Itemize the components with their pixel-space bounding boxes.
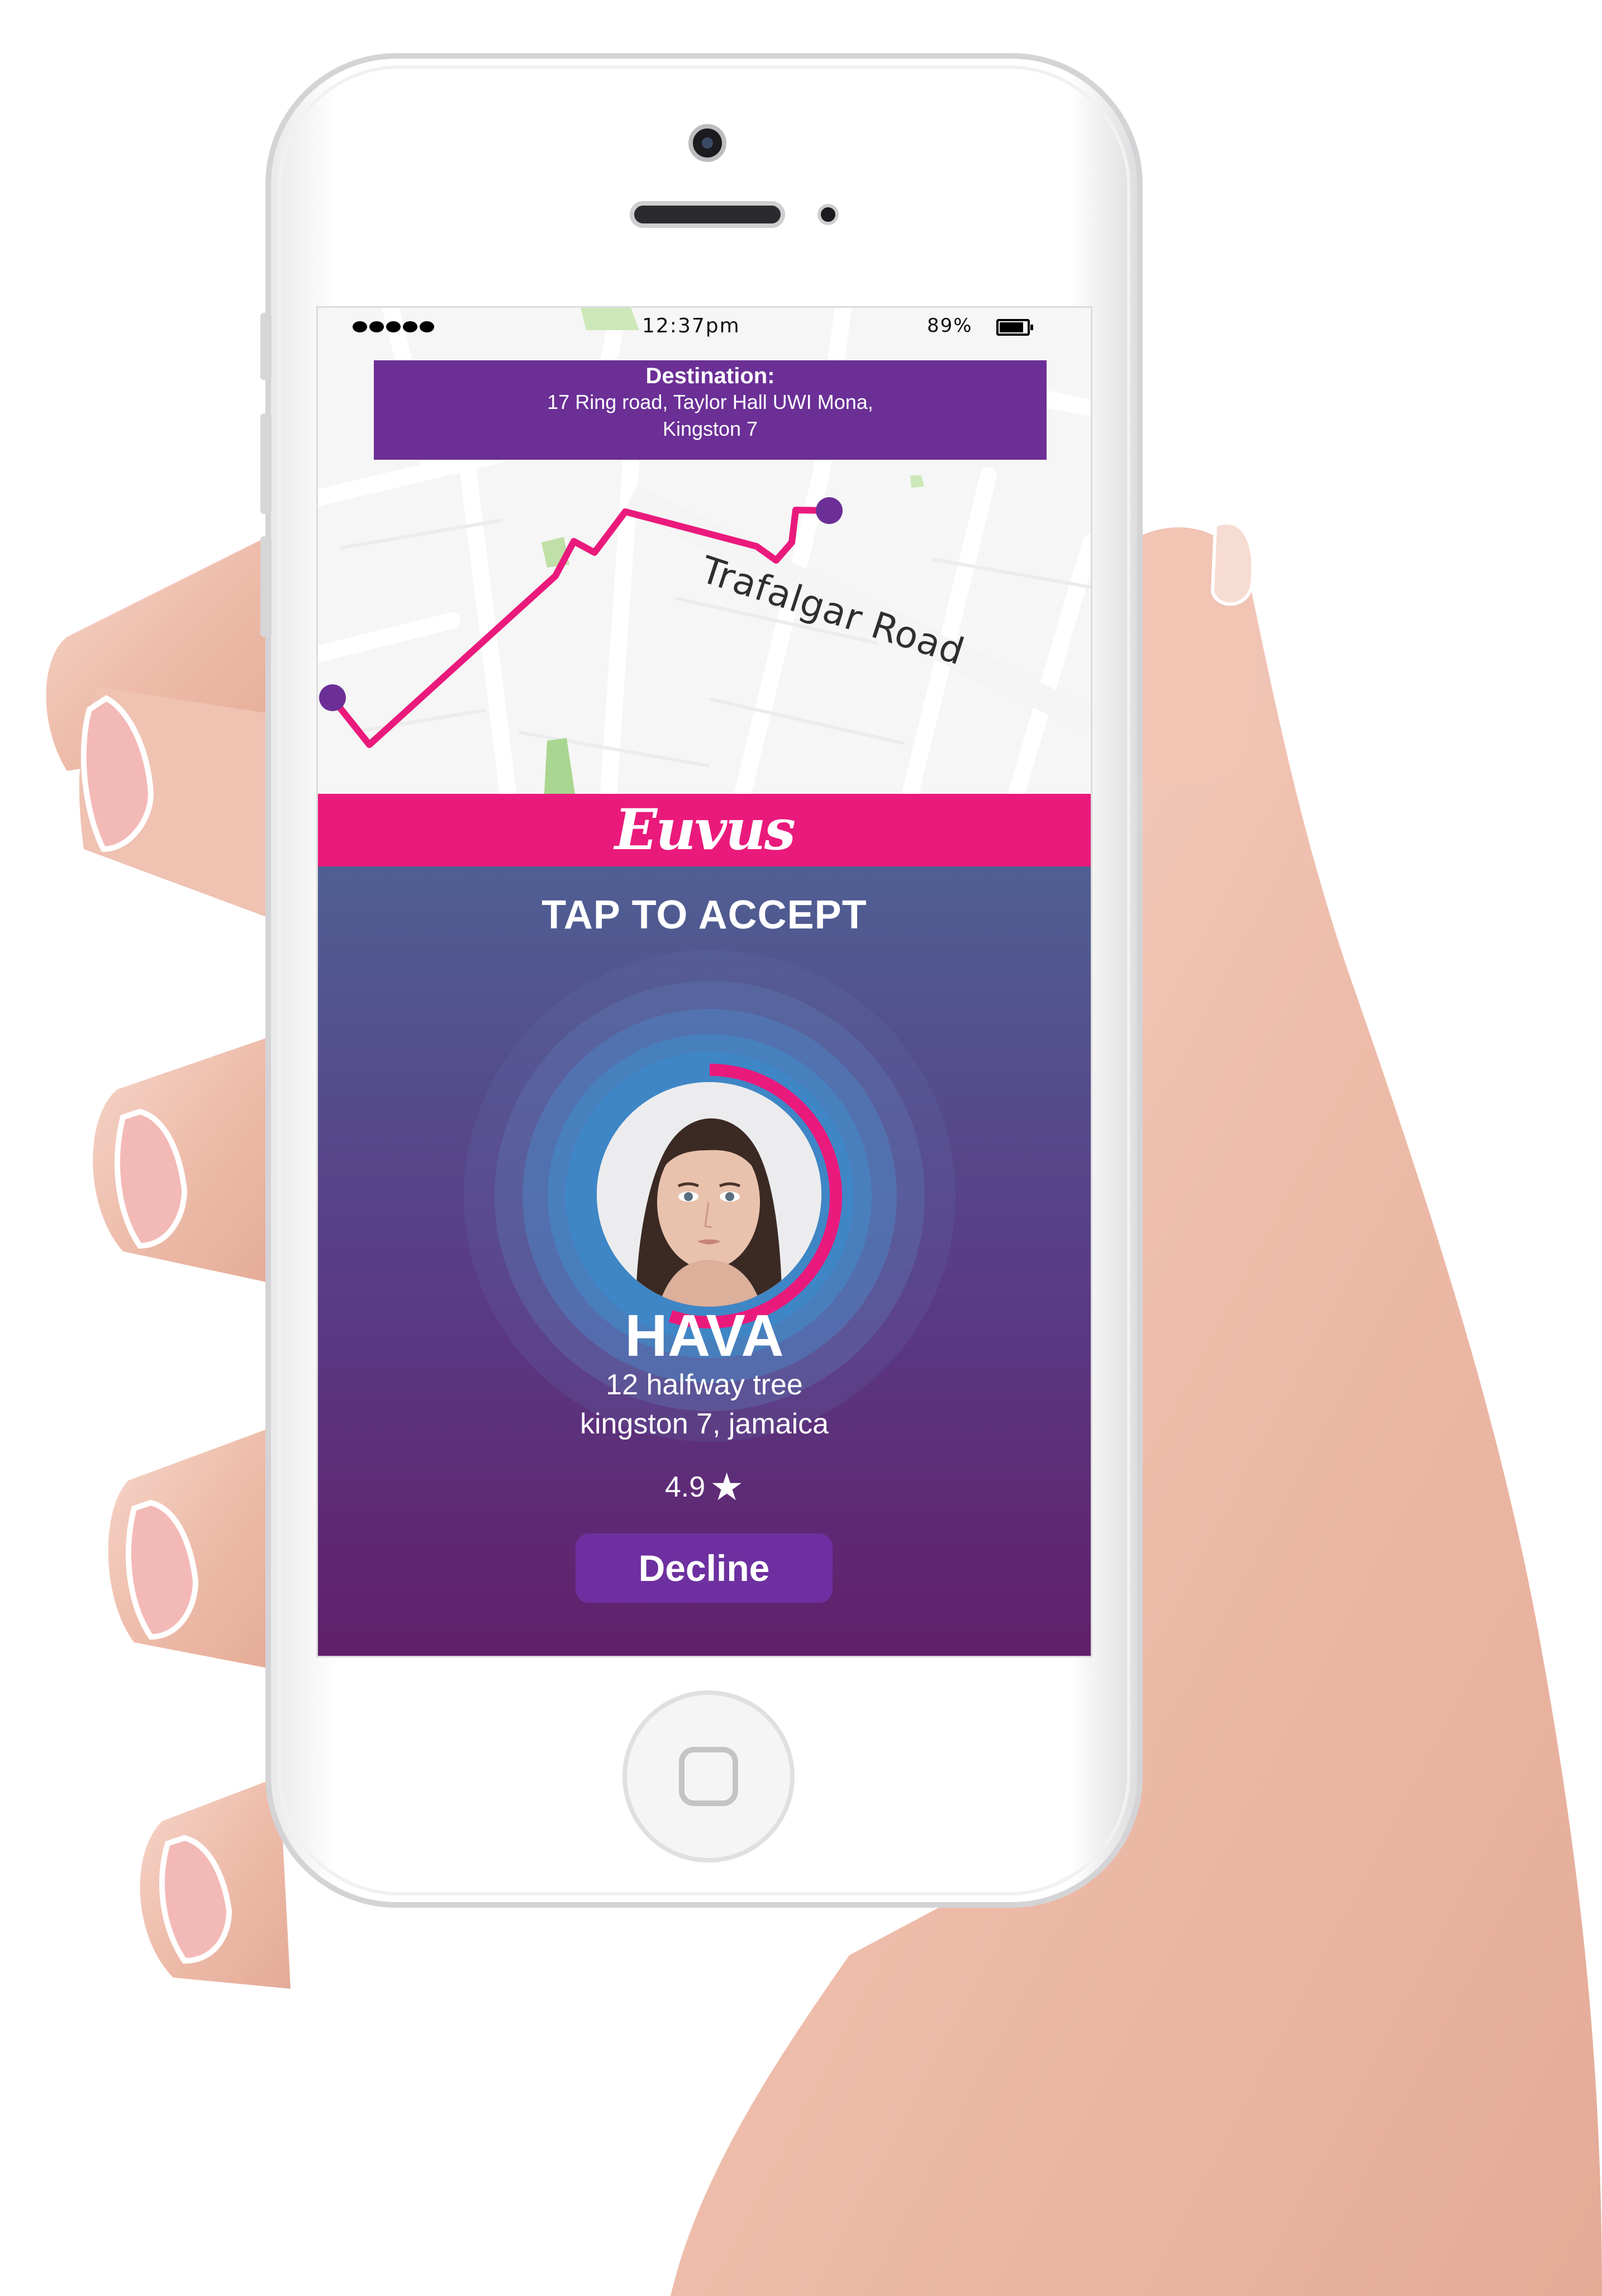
destination-line-1: 17 Ring road, Taylor Hall UWI Mona, [547, 390, 873, 413]
rider-rating: 4.9 ★ [318, 1465, 1091, 1509]
brand-bar: Euvus [318, 794, 1091, 866]
rider-address-line-1: 12 halfway tree [606, 1369, 803, 1401]
destination-title: Destination: [645, 364, 775, 388]
phone-screen: Trafalgar Road 12:37pm 89% Destination: … [318, 308, 1091, 1656]
destination-point-icon [816, 497, 843, 524]
battery-icon [996, 319, 1033, 336]
brand-logo: Euvus [614, 797, 796, 863]
destination-card: Destination: 17 Ring road, Taylor Hall U… [374, 360, 1047, 460]
status-time: 12:37pm [642, 315, 740, 337]
status-bar: 12:37pm 89% [318, 308, 1091, 337]
signal-strength-icon [353, 321, 436, 335]
ride-request-panel[interactable]: TAP TO ACCEPT HAVA 12 halfway tree kings… [318, 866, 1091, 1656]
rider-avatar [597, 1082, 821, 1307]
rider-address-line-2: kingston 7, jamaica [579, 1408, 829, 1440]
rating-value: 4.9 [664, 1471, 706, 1503]
star-icon: ★ [710, 1466, 744, 1508]
stage: Trafalgar Road 12:37pm 89% Destination: … [0, 0, 1602, 2296]
destination-line-2: Kingston 7 [662, 417, 758, 440]
pickup-point-icon [319, 684, 346, 711]
battery-percent: 89% [927, 315, 973, 337]
decline-button[interactable]: Decline [576, 1533, 833, 1603]
rider-name: HAVA [625, 1303, 784, 1369]
rider-photo-icon [597, 1082, 821, 1307]
route-map[interactable]: Trafalgar Road 12:37pm 89% Destination: … [318, 308, 1091, 794]
tap-to-accept-label[interactable]: TAP TO ACCEPT [318, 892, 1091, 938]
